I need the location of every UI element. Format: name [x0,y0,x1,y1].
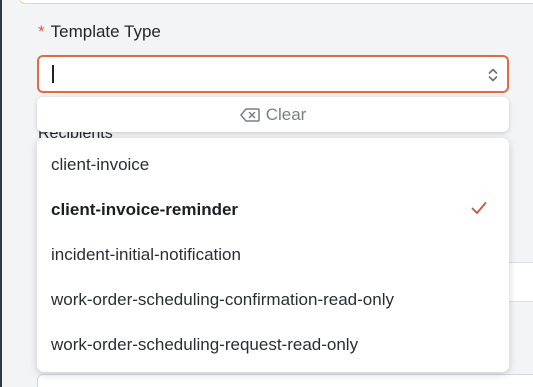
template-type-label-text: Template Type [50,22,161,41]
option-work-order-scheduling-request-read-only[interactable]: work-order-scheduling-request-read-only [37,322,509,367]
option-label: client-invoice [51,154,150,174]
clear-button[interactable]: Clear [37,97,509,132]
background-field [37,374,533,387]
clear-label: Clear [265,104,307,124]
option-label: incident-initial-notification [51,244,241,264]
option-label: client-invoice-reminder [51,199,239,219]
option-label: work-order-scheduling-confirmation-read-… [51,289,394,309]
backspace-clear-icon [239,107,260,122]
template-type-combobox[interactable] [37,55,509,93]
previous-field-card [19,0,533,4]
option-work-order-scheduling-confirmation-read-only[interactable]: work-order-scheduling-confirmation-read-… [37,277,509,322]
option-client-invoice[interactable]: client-invoice [37,142,509,187]
template-type-label: * Template Type [38,22,161,42]
chevron-up-down-icon[interactable] [488,67,498,83]
text-caret [52,65,54,83]
required-marker: * [38,22,45,41]
option-label: work-order-scheduling-request-read-only [51,334,359,354]
sidebar-edge [0,0,2,387]
template-type-options-list: client-invoice client-invoice-reminder i… [37,138,509,372]
option-incident-initial-notification[interactable]: incident-initial-notification [37,232,509,277]
template-type-form: * Template Type Recipients Clear client-i… [0,0,533,387]
option-client-invoice-reminder[interactable]: client-invoice-reminder [37,187,509,232]
check-icon [471,202,487,214]
